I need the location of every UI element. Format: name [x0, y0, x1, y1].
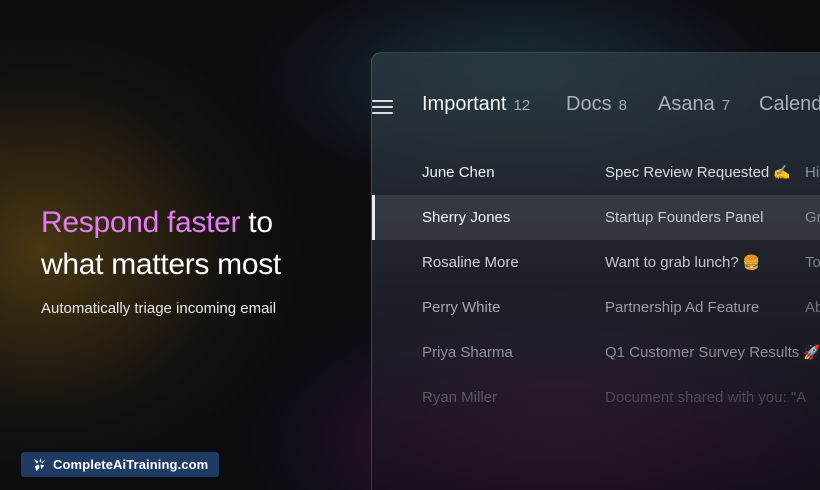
- headline-line-2: what matters most: [41, 248, 281, 281]
- email-row[interactable]: Perry White Partnership Ad Feature Abso: [372, 285, 820, 330]
- email-sender: June Chen: [422, 164, 495, 181]
- email-row[interactable]: June Chen Spec Review Requested ✍️ Hi: [372, 150, 820, 195]
- email-preview: Great: [805, 209, 820, 226]
- email-row-selected[interactable]: Sherry Jones Startup Founders Panel Grea…: [372, 195, 820, 240]
- hero-subline: Automatically triage incoming email: [41, 300, 277, 317]
- tab-label: Important: [422, 93, 507, 115]
- hero-section: Respond faster to what matters most Auto…: [41, 202, 361, 317]
- subject-text: Spec Review Requested: [605, 164, 770, 181]
- email-row[interactable]: Rosaline More Want to grab lunch?🍔 Tomo: [372, 240, 820, 285]
- email-subject: Document shared with you: "A: [605, 389, 807, 406]
- brand-label: CompleteAiTraining.com: [53, 457, 209, 472]
- email-sender: Priya Sharma: [422, 344, 513, 361]
- subject-text: Q1 Customer Survey Results: [605, 344, 800, 361]
- tab-asana[interactable]: Asana 7: [658, 93, 730, 116]
- email-subject: Spec Review Requested ✍️: [605, 164, 791, 181]
- email-sender: Sherry Jones: [422, 209, 511, 226]
- email-subject: Q1 Customer Survey Results 🚀: [605, 344, 820, 361]
- tab-count: 7: [721, 97, 731, 114]
- tab-count: 12: [513, 97, 531, 114]
- email-subject: Startup Founders Panel: [605, 209, 764, 226]
- email-preview: Abso: [805, 299, 820, 316]
- tab-important[interactable]: Important 12: [422, 93, 530, 116]
- burger-icon: 🍔: [742, 255, 761, 271]
- tab-label: Docs: [566, 93, 612, 115]
- email-app-window: Important 12 Docs 8 Asana 7 Calend June …: [371, 52, 820, 490]
- email-preview: Hi: [805, 164, 820, 181]
- email-row[interactable]: Priya Sharma Q1 Customer Survey Results 🚀: [372, 330, 820, 375]
- brand-badge[interactable]: CompleteAiTraining.com: [21, 452, 219, 477]
- sparkle-logo-icon: [33, 457, 46, 472]
- email-sender: Ryan Miller: [422, 389, 498, 406]
- email-list: June Chen Spec Review Requested ✍️ Hi She…: [372, 150, 820, 420]
- rocket-icon: 🚀: [803, 345, 820, 361]
- email-row[interactable]: Ryan Miller Document shared with you: "A: [372, 375, 820, 420]
- tab-calendar[interactable]: Calend: [759, 93, 820, 116]
- headline-accent: Respond faster: [41, 206, 241, 239]
- writing-hand-icon: ✍️: [773, 165, 791, 181]
- email-sender: Rosaline More: [422, 254, 519, 271]
- email-subject: Want to grab lunch? 🍔: [605, 254, 760, 271]
- email-subject: Partnership Ad Feature: [605, 299, 760, 316]
- tab-bar: Important 12 Docs 8 Asana 7 Calend: [372, 91, 820, 123]
- tab-docs[interactable]: Docs 8: [566, 93, 627, 116]
- headline-rest: to: [240, 206, 273, 239]
- hero-headline: Respond faster to what matters most: [41, 202, 361, 286]
- tab-count: 8: [618, 97, 627, 114]
- email-preview: Tomo: [805, 254, 820, 271]
- hamburger-menu-icon[interactable]: [372, 99, 393, 115]
- tab-label: Calend: [759, 93, 820, 115]
- tab-label: Asana: [658, 93, 715, 115]
- email-sender: Perry White: [422, 299, 501, 316]
- subject-text: Want to grab lunch?: [605, 254, 739, 271]
